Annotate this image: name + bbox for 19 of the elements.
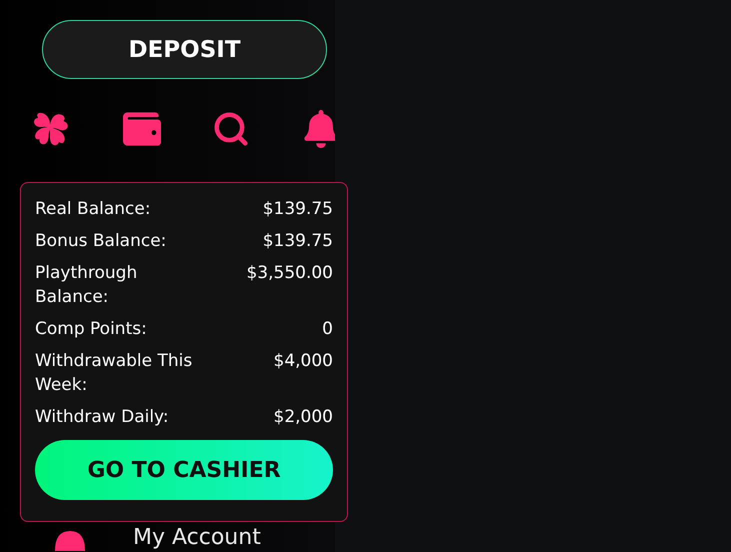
clover-icon[interactable]	[33, 111, 69, 147]
menu-item[interactable]: My Account	[133, 525, 261, 551]
balance-label: Real Balance:	[35, 198, 151, 221]
wallet-icon[interactable]	[122, 110, 160, 148]
balance-label: Withdraw Daily:	[35, 406, 169, 429]
balance-value: $139.75	[262, 230, 333, 253]
deposit-button[interactable]: DEPOSIT	[42, 20, 327, 79]
balance-label: Comp Points:	[35, 318, 147, 341]
balance-value: $3,550.00	[246, 262, 333, 285]
bell-icon[interactable]	[302, 110, 335, 148]
balance-label: Bonus Balance:	[35, 230, 166, 253]
balance-value: $2,000	[274, 406, 333, 429]
search-icon[interactable]	[212, 110, 250, 148]
balance-label: Playthrough Balance:	[35, 262, 138, 309]
cashier-button[interactable]: GO TO CASHIER	[35, 440, 333, 500]
balance-value: $4,000	[274, 350, 333, 373]
balance-value: $139.75	[262, 198, 333, 221]
balance-label: Withdrawable This Week:	[35, 350, 194, 397]
balance-value: 0	[322, 318, 333, 341]
